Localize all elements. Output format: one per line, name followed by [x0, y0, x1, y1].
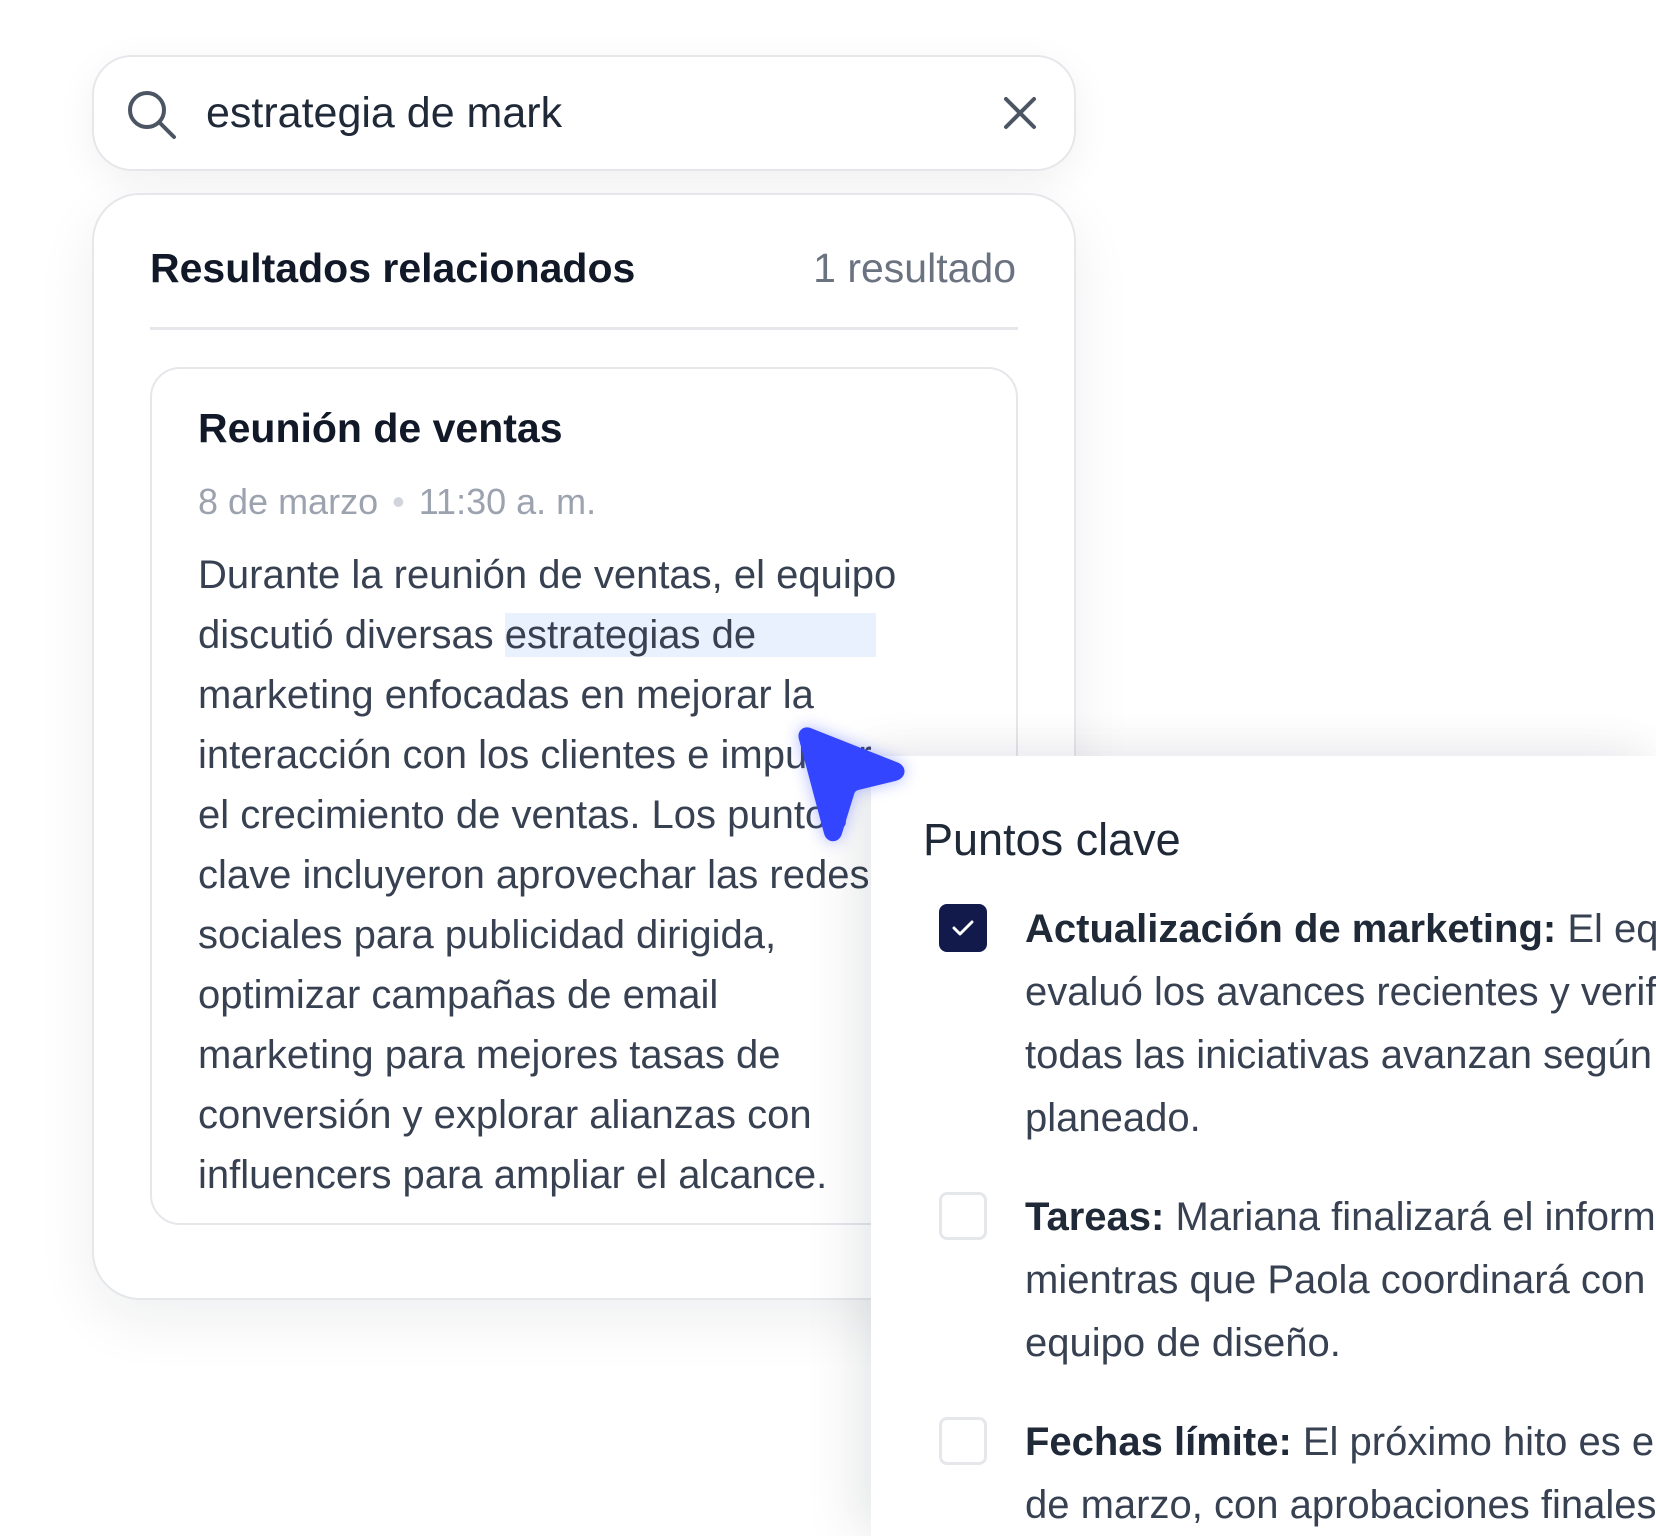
card-body-line: Durante la reunión de ventas, el equipo	[198, 553, 897, 597]
card-body-line: discutió diversas	[198, 613, 505, 657]
card-body-line: marketing para mejores tasas de	[198, 1033, 781, 1077]
keypoint-line: El próximo hito es el 15	[1302, 1420, 1656, 1464]
card-body-line: sociales para publicidad dirigida,	[198, 913, 777, 957]
card-body-line: marketing enfocadas en mejorar la	[198, 673, 814, 717]
keypoint-line: de marzo, con aprobaciones finales	[1025, 1483, 1656, 1527]
close-icon[interactable]	[1000, 93, 1040, 133]
keypoint-text: Actualización de marketing: El equipo ev…	[1025, 898, 1656, 1150]
keypoint-checkbox[interactable]	[939, 904, 987, 952]
keypoint-line: Mariana finalizará el informe	[1164, 1195, 1656, 1239]
search-icon	[128, 91, 176, 139]
keypoint-line: El equipo	[1567, 907, 1656, 951]
card-body-line: optimizar campañas de email	[198, 973, 719, 1017]
keypoint-label: Actualización de marketing:	[1025, 907, 1557, 951]
card-title: Reunión de ventas	[198, 405, 563, 451]
keypoints-panel: Puntos clave Actualización de marketing:…	[871, 756, 1656, 1536]
card-body-line: influencers para ampliar el alcance.	[198, 1153, 828, 1197]
keypoint-line: evaluó los avances recientes y verificó …	[1025, 970, 1656, 1014]
keypoint-label: Tareas:	[1025, 1195, 1165, 1239]
card-body-line: clave incluyeron aprovechar las redes	[198, 853, 870, 897]
card-time: 11:30 a. m.	[418, 481, 597, 522]
keypoint-checkbox[interactable]	[939, 1192, 987, 1240]
keypoint-checkbox[interactable]	[939, 1417, 987, 1465]
meta-separator-dot: •	[392, 481, 405, 522]
keypoint-line: todas las iniciativas avanzan según lo	[1025, 1033, 1656, 1077]
card-body-line: interacción con los clientes e impulsar	[198, 733, 872, 777]
search-match-highlight: estrategias de	[504, 613, 877, 657]
search-bar[interactable]	[92, 55, 1076, 171]
keypoint-line: planeado.	[1025, 1096, 1201, 1140]
card-body: Durante la reunión de ventas, el equipo …	[198, 545, 978, 1205]
card-body-line: conversión y explorar alianzas con	[198, 1093, 812, 1137]
cursor-pointer-icon	[798, 727, 905, 842]
search-input[interactable]	[206, 83, 946, 143]
results-count: 1 resultado	[813, 245, 1016, 291]
keypoint-label: Fechas límite:	[1025, 1420, 1292, 1464]
results-divider	[150, 327, 1018, 330]
keypoint-line: mientras que Paola coordinará con el	[1025, 1258, 1656, 1302]
check-icon	[952, 920, 974, 936]
results-header: Resultados relacionados	[150, 245, 636, 291]
keypoint-line: equipo de diseño.	[1025, 1321, 1341, 1365]
keypoint-text: Fechas límite: El próximo hito es el 15 …	[1025, 1411, 1656, 1536]
card-meta: 8 de marzo • 11:30 a. m.	[198, 481, 596, 523]
card-body-line: el crecimiento de ventas. Los puntos	[198, 793, 848, 837]
card-date: 8 de marzo	[198, 481, 379, 522]
keypoint-text: Tareas: Mariana finalizará el informe mi…	[1025, 1186, 1656, 1375]
keypoints-title: Puntos clave	[923, 814, 1181, 865]
